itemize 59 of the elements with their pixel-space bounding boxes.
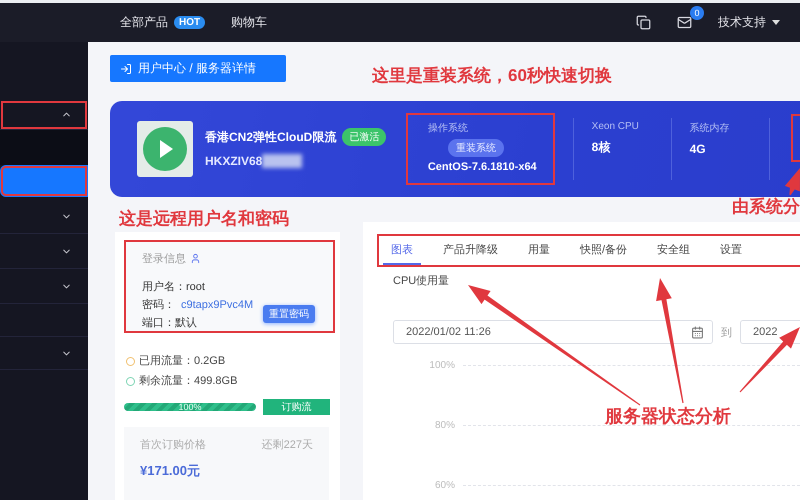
login-title: 登录信息: [142, 252, 186, 266]
field-label: 密码：: [142, 299, 175, 311]
start-date-field[interactable]: 2022/01/02 11:26: [393, 320, 713, 344]
nav-link[interactable]: 全部产品 HOT: [120, 14, 206, 31]
price-value: ¥171.00元: [140, 462, 201, 480]
tab[interactable]: 安全组: [649, 236, 698, 265]
field-value: 默认: [175, 317, 197, 329]
field-label: 端口：: [142, 317, 175, 329]
y-axis-tick: 80%: [434, 420, 455, 430]
copy-icon[interactable]: [636, 15, 651, 30]
used-traffic: 已用流量：0.2GB: [139, 354, 226, 369]
hot-badge: HOT: [174, 16, 206, 29]
play-logo-icon: [137, 121, 193, 177]
reset-password-button[interactable]: 重置密码: [263, 305, 315, 323]
sidebar-item[interactable]: [0, 100, 88, 130]
mail-icon[interactable]: [677, 15, 692, 30]
product-name: 香港CN2弹性ClouD限流: [205, 128, 336, 146]
os-label: 操作系统: [428, 122, 468, 135]
metric-title: CPU使用量: [393, 274, 450, 288]
spec-value: 4G: [690, 142, 707, 156]
spec-value: 8核: [592, 139, 612, 156]
support-menu[interactable]: 技术支持: [718, 14, 780, 31]
spec-label: 系统内存: [690, 122, 731, 135]
product-id: HKXZIV68: [205, 154, 262, 168]
tab[interactable]: 设置: [712, 236, 750, 265]
remaining-dot-icon: [126, 376, 135, 386]
tab[interactable]: 图表: [383, 236, 421, 265]
y-axis-tick: 100%: [428, 360, 455, 370]
field-value: root: [186, 281, 205, 293]
tab[interactable]: 用量: [520, 236, 558, 265]
tab[interactable]: 快照/备份: [572, 236, 636, 265]
annotation-text: 服务器状态分析: [605, 405, 731, 428]
os-value: CentOS-7.6.1810-x64: [428, 161, 538, 174]
redaction-blur: [262, 154, 302, 168]
annotation-text: 由系统分: [732, 196, 800, 218]
days-remaining: 还剩227天: [262, 438, 313, 452]
tab[interactable]: 产品升降级: [435, 236, 506, 265]
breadcrumb-button[interactable]: 用户中心 / 服务器详情: [110, 55, 286, 82]
mail-count-badge: 0: [690, 6, 704, 20]
field-label: 用户名：: [142, 281, 186, 293]
price-label: 首次订购价格: [140, 438, 206, 452]
arrow-annotation: [784, 168, 800, 196]
reinstall-button[interactable]: 重装系统: [448, 139, 504, 157]
login-icon: [120, 62, 132, 74]
caret-icon: [772, 20, 780, 25]
user-icon: [190, 253, 201, 264]
remaining-traffic: 剩余流量：499.8GB: [139, 374, 238, 389]
password-link[interactable]: c9tapx9Pvc4M: [181, 299, 254, 311]
used-dot-icon: [126, 356, 135, 366]
nav-link[interactable]: 购物车: [231, 14, 268, 31]
y-axis-tick: 60%: [434, 480, 455, 490]
spec-label: Xeon CPU: [592, 121, 640, 132]
calendar-icon: [691, 326, 704, 338]
arrow-annotation: [740, 327, 800, 392]
annotation-text: 这是远程用户名和密码: [119, 208, 290, 230]
annotation-text: 这里是重装系统，60秒快速切换: [372, 65, 612, 87]
range-separator: 到: [721, 326, 732, 340]
status-badge: 已激活: [342, 128, 386, 146]
progress-reading: 100%: [177, 403, 203, 411]
